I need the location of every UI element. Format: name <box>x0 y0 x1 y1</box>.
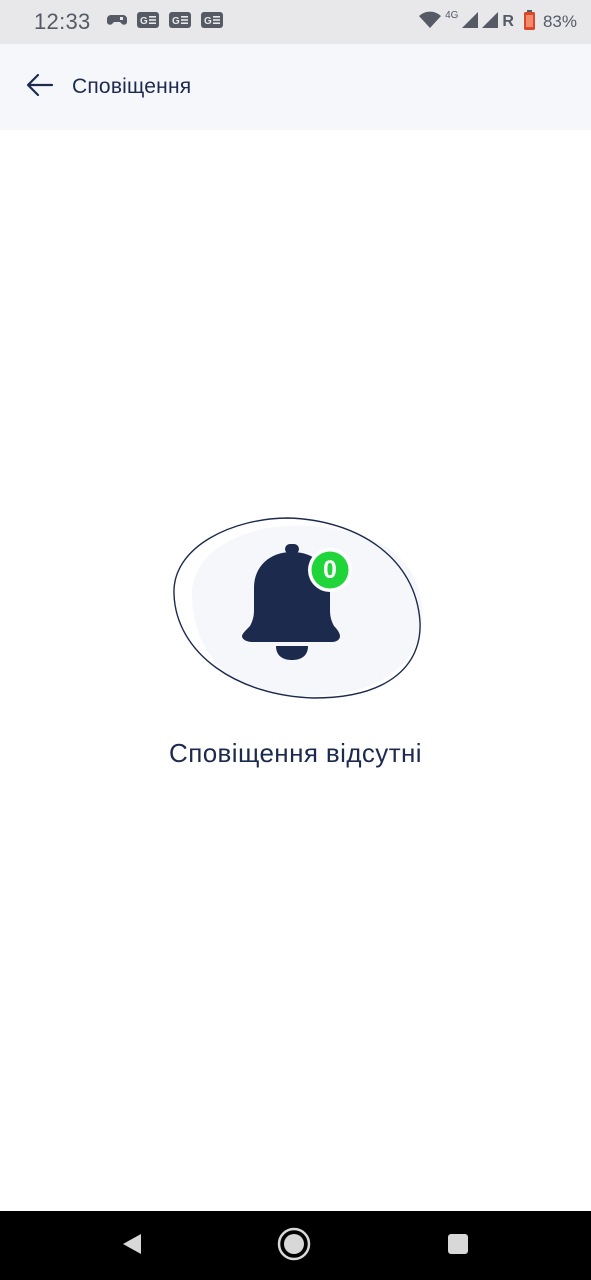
notification-g-icon: G <box>200 11 223 33</box>
nav-recents-button[interactable] <box>440 1228 476 1264</box>
empty-state-illustration: 0 <box>168 514 428 704</box>
nav-back-button[interactable] <box>114 1228 150 1264</box>
back-button[interactable] <box>24 71 56 103</box>
page-title: Сповіщення <box>72 75 192 98</box>
signal-icon <box>462 11 479 33</box>
signal-icon <box>482 11 499 33</box>
notification-g-icon: G <box>168 11 191 33</box>
status-bar: 12:33 G G G 4G R 83% <box>0 0 591 44</box>
status-time: 12:33 <box>34 9 91 34</box>
battery-percentage: 83% <box>542 12 577 31</box>
wifi-icon <box>419 11 442 34</box>
notification-g-icon: G <box>136 11 159 33</box>
svg-text:G: G <box>140 16 148 27</box>
empty-state-message: Сповіщення відсутні <box>169 738 422 768</box>
recents-square-icon <box>446 1232 470 1261</box>
roaming-label: R <box>502 13 514 30</box>
svg-text:G: G <box>172 16 180 27</box>
status-notification-icons: G G G <box>106 11 223 33</box>
network-type-label: 4G <box>445 9 459 21</box>
nav-home-button[interactable] <box>276 1226 312 1267</box>
back-triangle-icon <box>121 1232 143 1261</box>
system-navigation-bar <box>0 1211 591 1280</box>
battery-icon <box>523 9 535 35</box>
game-controller-icon <box>106 12 127 33</box>
home-circle-icon <box>276 1226 312 1267</box>
badge-count: 0 <box>323 556 337 584</box>
svg-text:G: G <box>204 16 212 27</box>
arrow-left-icon <box>26 73 54 102</box>
app-bar: Сповіщення <box>0 44 591 130</box>
status-right-icons: 4G R 83% <box>419 9 577 35</box>
